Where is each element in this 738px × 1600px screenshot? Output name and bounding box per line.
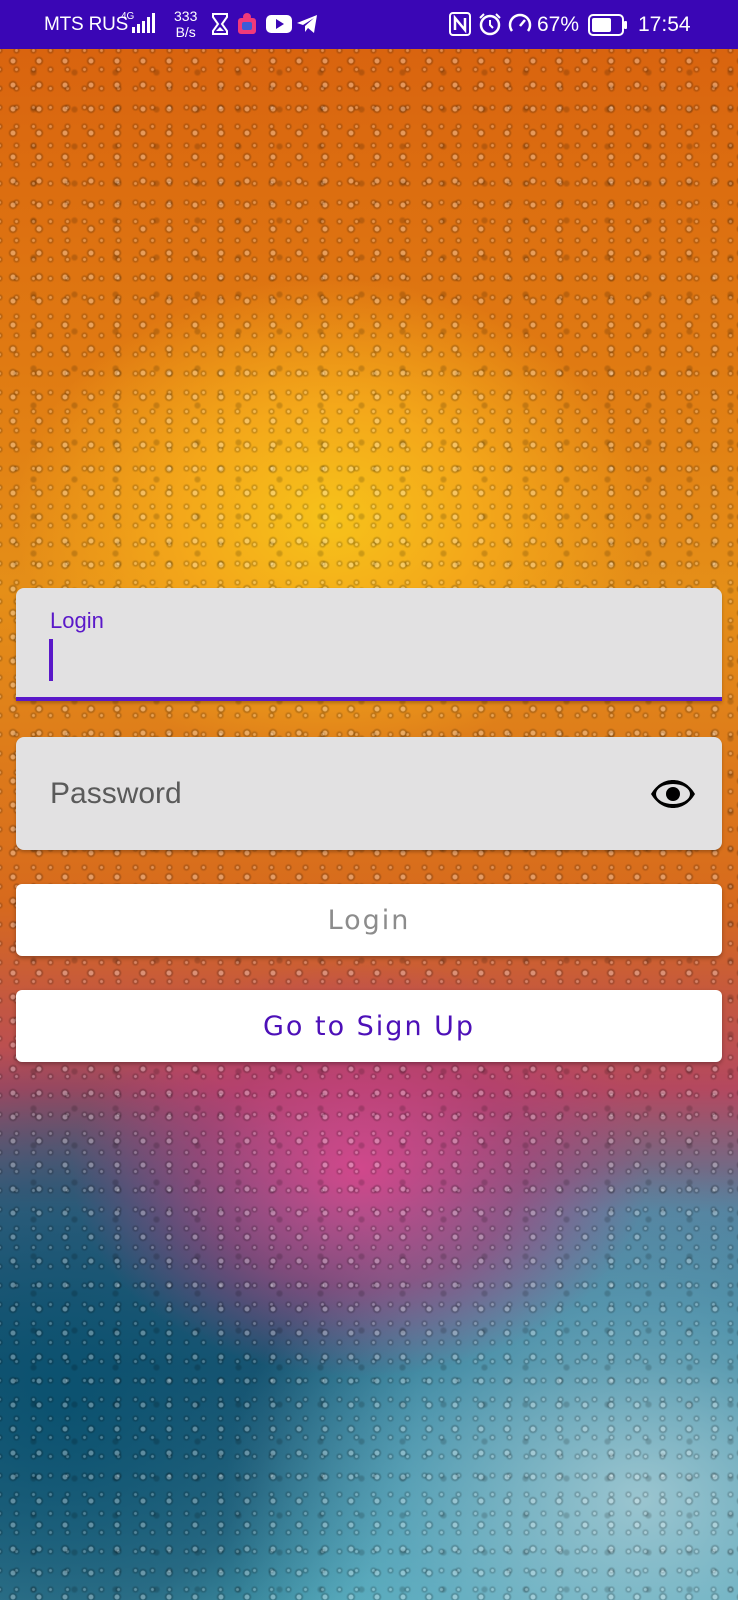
puzzle-icon bbox=[236, 12, 260, 41]
signal-icon bbox=[130, 13, 160, 38]
hourglass-icon bbox=[212, 13, 228, 40]
login-underline bbox=[16, 697, 722, 701]
login-screen: MTS RUS 4G 333 B/s 67% 17:54 Login Passw… bbox=[0, 0, 738, 1600]
signup-button[interactable]: Go to Sign Up bbox=[16, 990, 722, 1062]
youtube-icon bbox=[266, 15, 292, 38]
speed-value: 333 bbox=[174, 8, 198, 24]
battery-percent: 67% bbox=[537, 13, 580, 36]
password-input[interactable]: Password bbox=[16, 737, 722, 850]
status-bar: MTS RUS 4G 333 B/s 67% 17:54 bbox=[0, 0, 738, 49]
nfc-icon bbox=[449, 12, 471, 41]
text-cursor bbox=[49, 639, 53, 681]
battery-icon bbox=[588, 14, 628, 41]
password-placeholder: Password bbox=[50, 777, 182, 810]
carrier-name: MTS RUS bbox=[44, 14, 129, 35]
login-input[interactable]: Login bbox=[16, 588, 722, 701]
telegram-icon bbox=[296, 14, 318, 39]
data-saver-icon bbox=[508, 12, 532, 41]
alarm-icon bbox=[478, 12, 502, 41]
speed-unit: B/s bbox=[175, 24, 196, 40]
network-speed: 333 B/s bbox=[174, 8, 197, 40]
clock: 17:54 bbox=[638, 13, 691, 36]
login-label: Login bbox=[50, 608, 104, 633]
login-button[interactable]: Login bbox=[16, 884, 722, 956]
eye-icon[interactable] bbox=[649, 779, 697, 814]
